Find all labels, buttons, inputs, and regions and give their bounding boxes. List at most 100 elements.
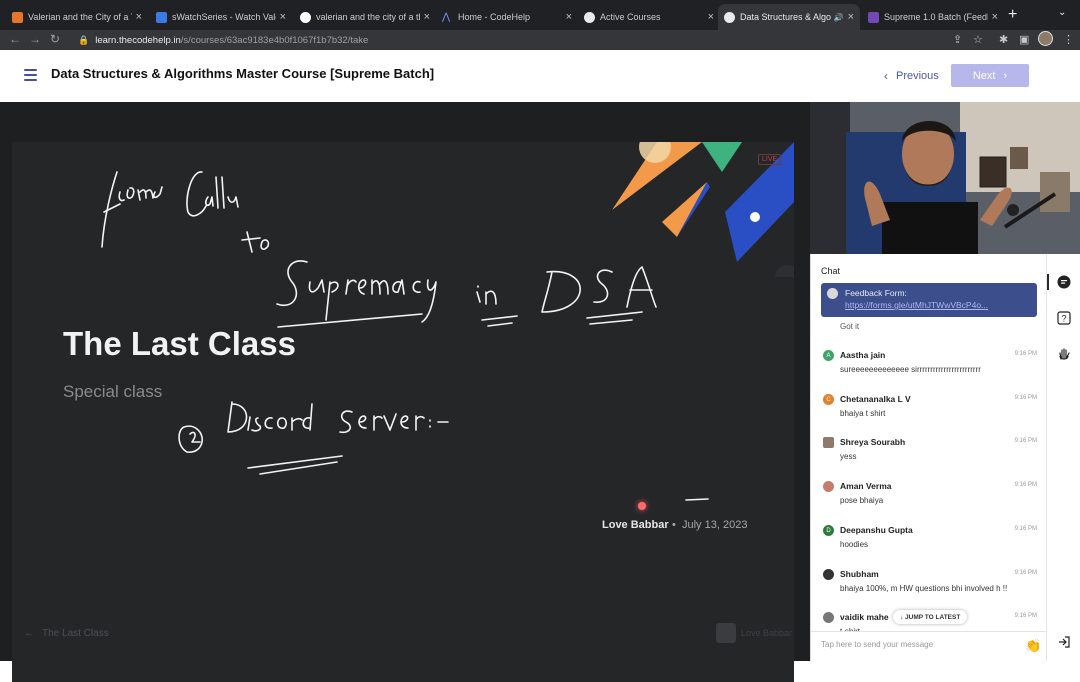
forms-icon (868, 11, 879, 23)
avatar (823, 569, 834, 580)
avatar (823, 437, 834, 448)
close-icon[interactable]: × (424, 11, 430, 23)
browser-tab[interactable]: ⋀ Home - CodeHelp × (436, 4, 578, 30)
panel-icon-sidebar: ? (1046, 254, 1080, 661)
instructor-chip: Love Babbar (716, 623, 792, 643)
bookmark-star-icon[interactable]: ☆ (973, 33, 983, 46)
message-author: Shubham (840, 569, 879, 579)
browser-tab[interactable]: Active Courses × (578, 4, 720, 30)
close-icon[interactable]: × (848, 11, 854, 23)
jump-to-latest-button[interactable]: ↓ JUMP TO LATEST (893, 610, 968, 624)
avatar (823, 481, 834, 492)
clap-emoji-icon[interactable]: 👏 (1025, 638, 1041, 654)
extensions-icon[interactable]: ✱ (999, 33, 1008, 46)
address-bar-row: ← → ↻ 🔒 learn.thecodehelp.in /s/courses/… (0, 30, 1080, 50)
browser-tab[interactable]: Valerian and the City of a Th × (6, 4, 148, 30)
avatar (823, 612, 834, 623)
slide-date: July 13, 2023 (682, 519, 748, 531)
chat-message: C Chetananalka L V 9:16 PM bhaiya t shir… (821, 392, 1037, 432)
chat-message: Aman Verma 9:16 PM pose bhaiya (821, 479, 1037, 519)
previous-label: Previous (896, 70, 939, 82)
close-icon[interactable]: × (280, 11, 286, 23)
pinned-message[interactable]: Feedback Form: https://forms.gle/utMhJTW… (821, 283, 1037, 317)
chevron-left-icon: ‹ (884, 69, 888, 83)
svg-text:?: ? (1061, 314, 1066, 324)
menu-kebab-icon[interactable]: ⋮ (1063, 33, 1074, 46)
slide-title: The Last Class (63, 325, 296, 362)
browser-tab[interactable]: sWatchSeries - Watch Valeri × (150, 4, 292, 30)
arrow-left-icon: ← (24, 628, 34, 639)
exit-icon[interactable] (1056, 634, 1072, 650)
prev-lesson-link[interactable]: ← The Last Class (24, 628, 109, 639)
chat-message: Shreya Sourabh 9:16 PM yess (821, 435, 1037, 475)
tab-search-icon[interactable]: ⌄ (1058, 7, 1066, 18)
course-header: Data Structures & Algorithms Master Cour… (0, 50, 1080, 102)
message-text: sureeeeeeeeeeeee sirrrrrrrrrrrrrrrrrrrrr… (840, 365, 981, 374)
pinned-link[interactable]: https://forms.gle/utMhJTWwVBcP4o... (845, 300, 1027, 310)
side-panel-icon[interactable]: ▣ (1019, 33, 1029, 46)
handwriting-annotations (101, 171, 709, 501)
profile-avatar[interactable] (1038, 31, 1053, 46)
lecture-slide: LIVE The Last Class Special class Love B… (12, 142, 794, 682)
message-author: Aastha jain (840, 350, 886, 360)
google-icon (300, 11, 311, 23)
slide-author: Love Babbar (602, 519, 669, 531)
webcam-feed (810, 102, 1080, 254)
separator-dot: • (672, 519, 676, 531)
next-button[interactable]: Next › (951, 64, 1029, 87)
video-stage[interactable]: LIVE The Last Class Special class Love B… (0, 102, 810, 682)
close-icon[interactable]: × (566, 11, 572, 23)
raise-hand-icon[interactable] (1056, 346, 1072, 362)
message-time: 9:16 PM (1014, 351, 1037, 357)
message-time: 9:16 PM (1014, 570, 1037, 576)
tab-title: Supreme 1.0 Batch (FeedBa (884, 12, 988, 22)
share-icon[interactable]: ⇪ (953, 33, 962, 46)
hamburger-menu-icon[interactable] (24, 69, 37, 81)
previous-button[interactable]: ‹ Previous (884, 69, 939, 83)
codehelp-icon: ⋀ (442, 11, 451, 23)
chat-composer: 👏 (811, 631, 1046, 661)
message-time: 9:16 PM (1014, 395, 1037, 401)
presenter-video (810, 102, 1080, 254)
message-author: Aman Verma (840, 481, 892, 491)
message-author: vaidik mahe (840, 612, 889, 622)
tab-title: Data Structures & Algor (740, 12, 831, 22)
message-text: pose bhaiya (840, 496, 884, 505)
prev-lesson-label: The Last Class (42, 628, 109, 639)
browser-tab[interactable]: Supreme 1.0 Batch (FeedBa × (862, 4, 1004, 30)
close-icon[interactable]: × (136, 11, 142, 23)
avatar: C (823, 394, 834, 405)
url-field[interactable]: 🔒 learn.thecodehelp.in /s/courses/63ac91… (70, 32, 950, 48)
browser-tab-active[interactable]: Data Structures & Algor 🔊 × (718, 4, 860, 30)
slide-subtitle: Special class (63, 382, 163, 401)
forward-icon[interactable]: → (29, 32, 41, 46)
message-text: yess (840, 452, 857, 461)
close-icon[interactable]: × (708, 11, 714, 23)
chat-message-input[interactable] (821, 640, 1011, 649)
browser-tab[interactable]: valerian and the city of a tho × (294, 4, 436, 30)
chat-bubble-icon[interactable] (1047, 274, 1072, 290)
message-time: 9:16 PM (1014, 438, 1037, 444)
question-icon[interactable]: ? (1056, 310, 1072, 326)
instructor-name: Love Babbar (741, 628, 793, 638)
reload-icon[interactable]: ↻ (50, 32, 60, 46)
tab-title: Home - CodeHelp (458, 12, 531, 22)
message-time: 9:16 PM (1014, 482, 1037, 488)
tab-title: sWatchSeries - Watch Valeri (172, 12, 276, 22)
speaker-icon[interactable]: 🔊 (834, 13, 844, 22)
chevron-right-icon: › (1003, 69, 1008, 82)
avatar: D (823, 525, 834, 536)
new-tab-icon[interactable]: + (1008, 6, 1017, 24)
close-icon[interactable]: × (992, 11, 998, 23)
chat-panel: Chat Feedback Form: https://forms.gle/ut… (810, 254, 1046, 661)
avatar (716, 623, 736, 643)
message-author: Deepanshu Gupta (840, 525, 913, 535)
url-path: /s/courses/63ac9183e4b0f1067f1b7b32/take (180, 34, 369, 46)
tab-title: valerian and the city of a tho (316, 12, 420, 22)
back-icon[interactable]: ← (9, 32, 21, 46)
message-time: 9:16 PM (1014, 613, 1037, 619)
tab-title: Valerian and the City of a Th (28, 12, 132, 22)
url-host: learn.thecodehelp.in (95, 34, 181, 46)
browser-tab-bar: Valerian and the City of a Th × sWatchSe… (0, 0, 1080, 30)
chat-message: Shubham 9:16 PM bhaiya 100%, m HW questi… (821, 567, 1037, 607)
